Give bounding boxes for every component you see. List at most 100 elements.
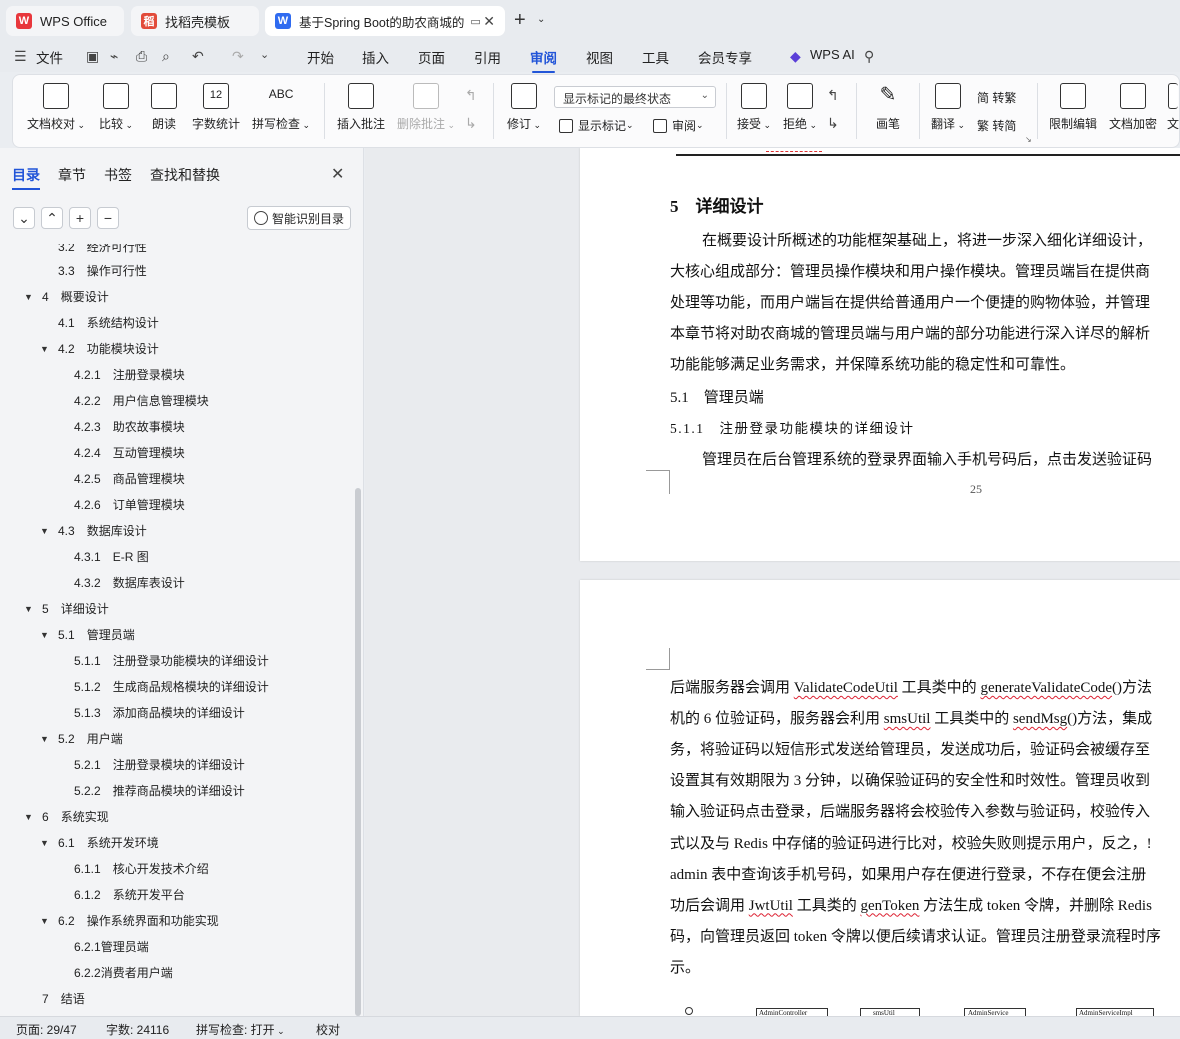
encrypt-button[interactable]: 文档加密 (1109, 83, 1157, 132)
track-changes-button[interactable]: 修订 ⌄ (507, 83, 541, 132)
toc-item[interactable]: 4.2.3 助农故事模块 (74, 418, 185, 435)
collapse-all-button[interactable]: ⌃ (41, 207, 63, 229)
toc-item[interactable]: ▼ 5.1 管理员端 (40, 626, 135, 643)
read-aloud-button[interactable]: 朗读 (151, 83, 177, 132)
print-preview-icon[interactable]: ⌕ (162, 48, 170, 65)
collapse-triangle-icon[interactable]: ▼ (40, 344, 52, 354)
prev-comment-icon[interactable]: ↰ (465, 87, 477, 104)
menu-tools[interactable]: 工具 (642, 47, 669, 67)
to-simplified-button[interactable]: 繁 转简 (977, 117, 1016, 134)
translate-button[interactable]: 翻译 ⌄ (931, 83, 965, 132)
toc-item[interactable]: 3.3 操作可行性 (58, 262, 147, 279)
toc-item[interactable]: 6.2.1管理员端 (74, 938, 161, 955)
toc-item[interactable]: ▼ 6.2 操作系统界面和功能实现 (40, 912, 219, 929)
toc-item[interactable]: ▼ 4.3 数据库设计 (40, 522, 147, 539)
toc-item[interactable]: 6.1.2 系统开发平台 (74, 886, 185, 903)
word-count-indicator[interactable]: 字数: 24116 (106, 1021, 169, 1038)
word-count-button[interactable]: 12 字数统计 (192, 83, 240, 132)
menu-insert[interactable]: 插入 (362, 47, 389, 67)
toc-item[interactable]: 5.1.3 添加商品模块的详细设计 (74, 704, 245, 721)
collapse-triangle-icon[interactable]: ▼ (40, 630, 52, 640)
new-tab-plus-icon[interactable]: + (514, 10, 526, 30)
dialog-launcher-icon[interactable]: ↘ (1025, 135, 1032, 144)
toc-item[interactable]: ▼ 6 系统实现 (24, 808, 109, 825)
review-pane-button[interactable]: 审阅 ⌄ (653, 117, 704, 134)
toc-item[interactable]: 7 结语 (42, 990, 85, 1007)
collapse-triangle-icon[interactable]: ▼ (24, 292, 36, 302)
menu-wps-ai[interactable]: WPS AI (810, 47, 855, 62)
menu-page[interactable]: 页面 (418, 47, 445, 67)
remove-heading-button[interactable]: − (97, 207, 119, 229)
toc-item[interactable]: 4.3.2 数据库表设计 (74, 574, 185, 591)
save-icon[interactable]: ▣ (86, 48, 99, 65)
toc-item[interactable]: ▼ 4.2 功能模块设计 (40, 340, 159, 357)
toc-item[interactable]: 4.2.5 商品管理模块 (74, 470, 185, 487)
monitor-icon[interactable]: ▭ (470, 15, 480, 28)
tab-toc[interactable]: 目录 (12, 165, 40, 190)
page-indicator[interactable]: 页面: 29/47 (16, 1021, 77, 1038)
menu-member[interactable]: 会员专享 (698, 47, 752, 67)
proofread-indicator[interactable]: 校对 (316, 1021, 340, 1038)
toc-item[interactable]: 5.1.1 注册登录功能模块的详细设计 (74, 652, 269, 669)
more-ribbon-button[interactable]: 文 (1167, 83, 1179, 132)
document-page[interactable]: 后端服务器会调用 ValidateCodeUtil 工具类中的 generate… (580, 580, 1180, 1016)
menu-references[interactable]: 引用 (474, 47, 501, 67)
toc-item[interactable]: 4.2.6 订单管理模块 (74, 496, 185, 513)
collapse-triangle-icon[interactable]: ▼ (40, 734, 52, 744)
spell-check-indicator[interactable]: 拼写检查: 打开 ⌄ (196, 1021, 285, 1038)
toc-item[interactable]: 4.2.1 注册登录模块 (74, 366, 185, 383)
accept-button[interactable]: 接受 ⌄ (737, 83, 771, 132)
menu-review[interactable]: 审阅 (530, 47, 557, 73)
toc-item[interactable]: 4.3.1 E-R 图 (74, 548, 149, 565)
undo-icon[interactable]: ↶ (192, 48, 204, 65)
spell-check-button[interactable]: ABC 拼写检查 ⌄ (252, 83, 310, 132)
smart-toc-button[interactable]: 智能识别目录 (247, 206, 351, 230)
tab-docer-templates[interactable]: 稻 找稻壳模板 (131, 6, 259, 36)
collapse-triangle-icon[interactable]: ▼ (24, 604, 36, 614)
close-icon[interactable]: ✕ (331, 164, 344, 184)
tab-find-replace[interactable]: 查找和替换 (150, 165, 220, 185)
tab-current-document[interactable]: W 基于Spring Boot的助农商城的 ▭ ✕ (265, 6, 505, 36)
next-change-icon[interactable]: ↳ (827, 115, 839, 132)
toc-scrollbar-thumb[interactable] (355, 488, 361, 1016)
toc-item[interactable]: 4.1 系统结构设计 (58, 314, 159, 331)
add-heading-button[interactable]: + (69, 207, 91, 229)
toc-item[interactable]: 3.2 经济可行性 (58, 244, 147, 255)
toc-item[interactable]: 4.2.4 互动管理模块 (74, 444, 185, 461)
toc-item[interactable]: 5.2.1 注册登录模块的详细设计 (74, 756, 245, 773)
doc-check-button[interactable]: 文档校对 ⌄ (27, 83, 85, 132)
tab-wps-office[interactable]: W WPS Office (6, 6, 124, 36)
prev-change-icon[interactable]: ↰ (827, 87, 839, 104)
chevron-down-icon[interactable]: ⌄ (537, 14, 545, 25)
next-comment-icon[interactable]: ↳ (465, 115, 477, 132)
toc-item[interactable]: 4.2.2 用户信息管理模块 (74, 392, 209, 409)
toc-item[interactable]: 6.1.1 核心开发技术介绍 (74, 860, 209, 877)
tab-sections[interactable]: 章节 (58, 165, 86, 185)
restrict-edit-button[interactable]: 限制编辑 (1049, 83, 1097, 132)
print-icon[interactable]: ⎙ (136, 48, 147, 65)
toc-item[interactable]: 6.2.2消费者用户端 (74, 964, 185, 981)
markup-state-select[interactable]: 显示标记的最终状态 ⌄ (554, 86, 716, 108)
share-icon[interactable]: ⌁ (110, 48, 118, 65)
close-icon[interactable]: ✕ (483, 13, 495, 30)
wps-ai-icon[interactable]: ◆ (790, 48, 801, 65)
menu-file[interactable]: 文件 (36, 47, 63, 67)
redo-icon[interactable]: ↷ (232, 48, 244, 65)
search-icon[interactable]: ⚲ (864, 48, 874, 65)
hamburger-icon[interactable]: ☰ (14, 48, 27, 65)
toc-item[interactable]: ▼ 5 详细设计 (24, 600, 109, 617)
collapse-triangle-icon[interactable]: ▼ (24, 812, 36, 822)
tab-bookmarks[interactable]: 书签 (104, 165, 132, 185)
menu-home[interactable]: 开始 (307, 47, 334, 67)
toc-item[interactable]: 5.1.2 生成商品规格模块的详细设计 (74, 678, 269, 695)
collapse-triangle-icon[interactable]: ▼ (40, 838, 52, 848)
more-chevron-icon[interactable]: ⌄ (260, 48, 269, 61)
document-canvas[interactable]: 5 详细设计 在概要设计所概述的功能框架基础上，将进一步深入细化详细设计， 大核… (365, 148, 1180, 1016)
toc-item[interactable]: ▼ 6.1 系统开发环境 (40, 834, 159, 851)
toc-item[interactable]: 5.2.2 推荐商品模块的详细设计 (74, 782, 245, 799)
to-traditional-button[interactable]: 简 转繁 (977, 89, 1016, 106)
delete-comment-button[interactable]: 删除批注 ⌄ (397, 83, 455, 132)
pen-button[interactable]: ✎ 画笔 (875, 83, 901, 132)
compare-button[interactable]: 比较 ⌄ (99, 83, 133, 132)
expand-all-button[interactable]: ⌄ (13, 207, 35, 229)
